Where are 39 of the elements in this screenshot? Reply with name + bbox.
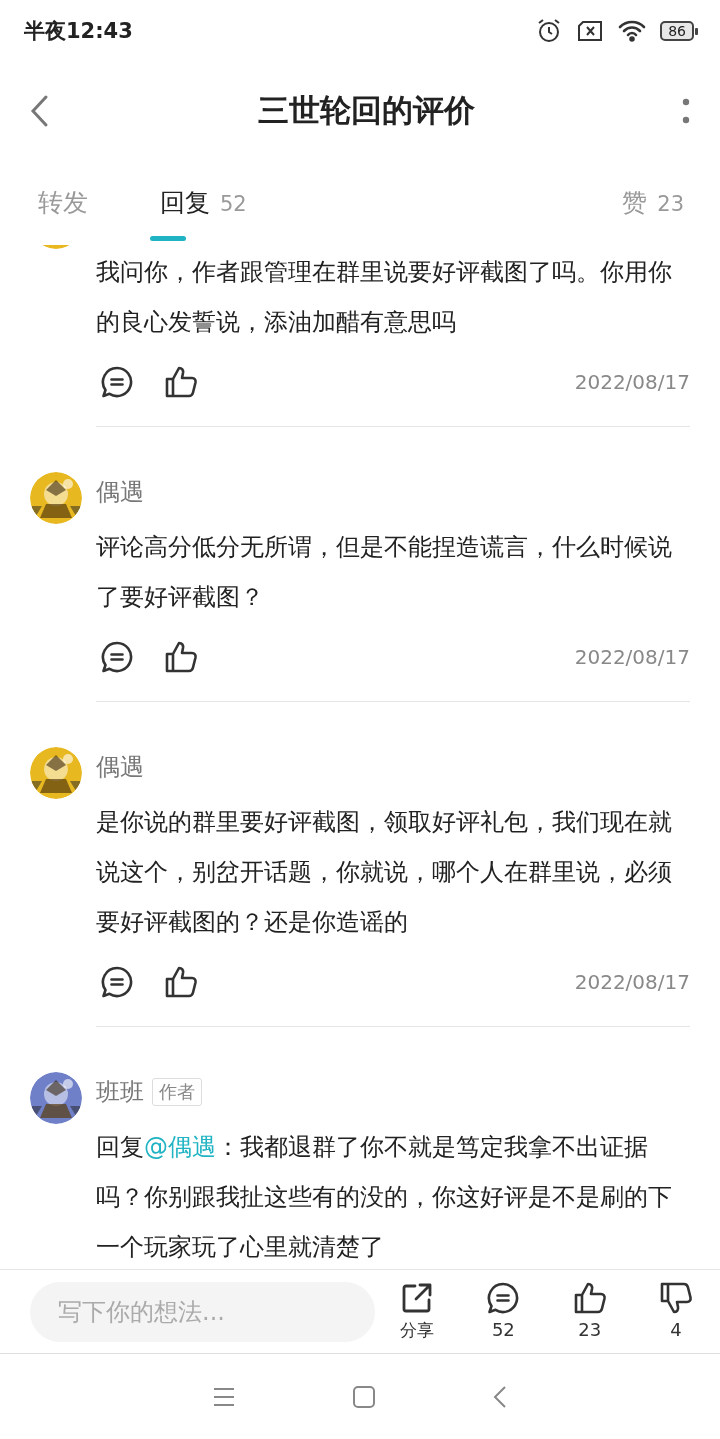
comment-icon[interactable] <box>486 1281 521 1315</box>
page-title: 三世轮回的评价 <box>256 91 476 130</box>
tab[interactable]: 转发 <box>38 187 88 219</box>
sim-card-icon <box>576 20 605 42</box>
action-count: 4 <box>670 1319 682 1340</box>
more-icon[interactable] <box>682 96 690 126</box>
comment-date: 2022/08/17 <box>574 645 690 669</box>
comment-text: 我问你，作者跟管理在群里说要好评截图了吗。你用你的良心发誓说，添油加醋有意思吗 <box>96 257 673 338</box>
action-count: 23 <box>578 1319 602 1340</box>
like-icon[interactable] <box>164 965 198 999</box>
user-name[interactable]: 偶遇 <box>96 751 144 783</box>
menu-icon[interactable] <box>213 1386 235 1407</box>
tab[interactable]: 回复 52 <box>160 187 247 220</box>
comment-input-field[interactable]: 写下你的想法... <box>30 1281 375 1342</box>
comment-date: 2022/08/17 <box>574 370 690 394</box>
back-icon[interactable] <box>493 1384 507 1409</box>
reply-icon[interactable] <box>100 965 134 999</box>
like-icon[interactable] <box>164 365 198 399</box>
home-icon[interactable] <box>353 1385 375 1408</box>
back-icon[interactable] <box>28 94 50 128</box>
status-time: 半夜12:43 <box>24 18 134 45</box>
like-icon[interactable] <box>164 640 198 674</box>
reply-icon[interactable] <box>100 365 134 399</box>
comment-date: 2022/08/17 <box>574 970 690 994</box>
comment-text: 回复@偶遇：我都退群了你不就是笃定我拿不出证据吗？你别跟我扯这些有的没的，你这好评是不是刷的下一个玩家玩了心里就清楚了 <box>96 1132 673 1263</box>
action-count: 52 <box>491 1319 515 1340</box>
author-badge: 作者 <box>152 1078 202 1106</box>
reply-icon[interactable] <box>100 640 134 674</box>
user-name[interactable]: 偶遇 <box>96 476 144 508</box>
tab[interactable]: 赞 23 <box>622 187 684 220</box>
dislike-icon[interactable] <box>659 1281 693 1315</box>
share-icon[interactable] <box>400 1281 434 1315</box>
like-icon[interactable] <box>572 1281 607 1315</box>
share-label: 分享 <box>400 1319 434 1342</box>
mention-link[interactable]: @偶遇 <box>144 1133 216 1161</box>
comment-text: 是你说的群里要好评截图，领取好评礼包，我们现在就说这个，别岔开话题，你就说，哪个人在群里说，必须要好评截图的？还是你造谣的 <box>96 807 673 938</box>
wifi-icon <box>618 20 647 42</box>
comment-text: 评论高分低分无所谓，但是不能捏造谎言，什么时候说了要好评截图？ <box>96 532 673 613</box>
user-name[interactable]: 班班 <box>96 1076 144 1108</box>
